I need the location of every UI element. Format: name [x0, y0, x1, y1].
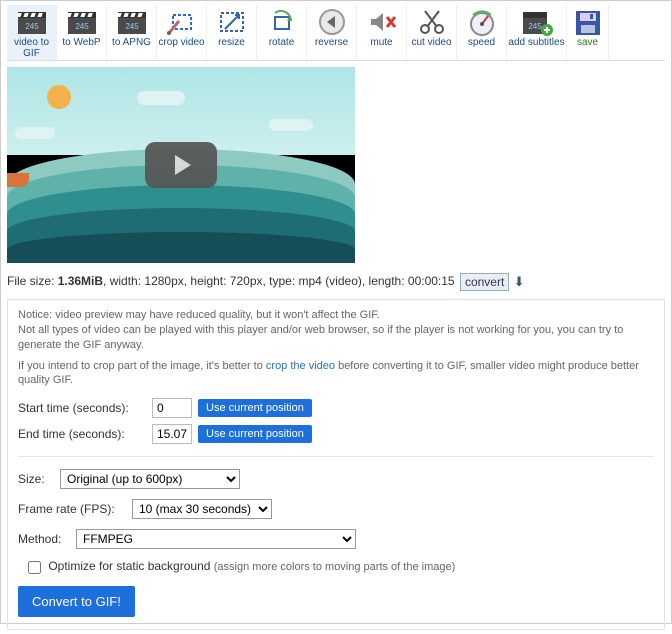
mute-icon — [365, 7, 399, 37]
tool-add-subtitles[interactable]: 245 add subtitles — [507, 5, 567, 60]
size-row: Size: Original (up to 600px) — [18, 469, 654, 489]
end-time-row: End time (seconds): Use current position — [18, 424, 654, 444]
method-row: Method: FFMPEG — [18, 529, 654, 549]
tool-resize[interactable]: resize — [207, 5, 257, 60]
preview-sun — [47, 85, 71, 109]
clapper-icon: 245 — [15, 7, 49, 37]
notice-quality: Notice: video preview may have reduced q… — [18, 308, 654, 353]
convert-to-gif-button[interactable]: Convert to GIF! — [18, 586, 135, 617]
crop-video-link[interactable]: crop the video — [266, 360, 335, 372]
tool-label: save — [567, 37, 608, 48]
notice-crop: If you intend to crop part of the image,… — [18, 359, 654, 389]
filesize-value: 1.36MiB — [58, 274, 103, 288]
tool-to-webp[interactable]: 245 to WebP — [57, 5, 107, 60]
end-time-label: End time (seconds): — [18, 427, 146, 441]
start-time-input[interactable] — [152, 398, 192, 418]
clapper-icon: 245 — [115, 7, 149, 37]
tool-video-to-gif[interactable]: 245 video to GIF — [7, 5, 57, 60]
tool-label: video to GIF — [7, 37, 56, 59]
preview-wave — [7, 232, 355, 263]
fps-select[interactable]: 10 (max 30 seconds) — [132, 499, 272, 519]
convert-button[interactable]: convert — [460, 273, 509, 291]
filesize-label: File size: — [7, 274, 58, 288]
preview-cloud — [269, 119, 313, 131]
preview-boat — [7, 173, 29, 187]
use-current-start-button[interactable]: Use current position — [198, 399, 312, 417]
optimize-label: Optimize for static background — [48, 559, 210, 573]
video-preview[interactable] — [7, 67, 355, 263]
size-select[interactable]: Original (up to 600px) — [60, 469, 240, 489]
play-button[interactable] — [145, 142, 217, 188]
tool-cut-video[interactable]: cut video — [407, 5, 457, 60]
tool-label: mute — [357, 37, 406, 48]
download-icon[interactable]: ⬇ — [514, 274, 525, 289]
settings-panel: Notice: video preview may have reduced q… — [7, 299, 665, 630]
optimize-row: Optimize for static background (assign m… — [18, 559, 654, 573]
preview-cloud — [137, 91, 185, 105]
method-select[interactable]: FFMPEG — [76, 529, 356, 549]
tool-label: speed — [457, 37, 506, 48]
end-time-input[interactable] — [152, 424, 192, 444]
preview-cloud — [15, 127, 55, 139]
tool-rotate[interactable]: rotate — [257, 5, 307, 60]
toolbar: 245 video to GIF 245 to WebP 245 to APNG… — [7, 5, 665, 61]
notice-text: If you intend to crop part of the image,… — [18, 360, 266, 372]
tool-reverse[interactable]: reverse — [307, 5, 357, 60]
optimize-sublabel: (assign more colors to moving parts of t… — [214, 561, 456, 573]
size-label: Size: — [18, 472, 54, 486]
file-info: File size: 1.36MiB, width: 1280px, heigh… — [7, 273, 665, 291]
play-icon — [175, 155, 191, 175]
fps-label: Frame rate (FPS): — [18, 502, 126, 516]
svg-text:245: 245 — [25, 22, 39, 31]
save-icon — [571, 7, 605, 37]
svg-text:245: 245 — [528, 22, 542, 31]
method-label: Method: — [18, 532, 70, 546]
tool-label: to WebP — [57, 37, 106, 48]
clapper-plus-icon: 245 — [520, 7, 554, 37]
tool-label: cut video — [407, 37, 456, 48]
tool-save[interactable]: save — [567, 5, 609, 60]
tool-to-apng[interactable]: 245 to APNG — [107, 5, 157, 60]
resize-icon — [215, 7, 249, 37]
tool-speed[interactable]: speed — [457, 5, 507, 60]
tool-label: to APNG — [107, 37, 156, 48]
file-meta: , width: 1280px, height: 720px, type: mp… — [103, 274, 455, 288]
start-time-label: Start time (seconds): — [18, 401, 146, 415]
crop-icon — [165, 7, 199, 37]
tool-crop-video[interactable]: crop video — [157, 5, 207, 60]
start-time-row: Start time (seconds): Use current positi… — [18, 398, 654, 418]
tool-label: reverse — [307, 37, 356, 48]
tool-label: rotate — [257, 37, 306, 48]
reverse-icon — [315, 7, 349, 37]
use-current-end-button[interactable]: Use current position — [198, 425, 312, 443]
rotate-icon — [265, 7, 299, 37]
fps-row: Frame rate (FPS): 10 (max 30 seconds) — [18, 499, 654, 519]
tool-label: resize — [207, 37, 256, 48]
speed-icon — [465, 7, 499, 37]
optimize-checkbox[interactable] — [28, 561, 41, 574]
divider — [18, 456, 654, 457]
svg-text:245: 245 — [125, 22, 139, 31]
clapper-icon: 245 — [65, 7, 99, 37]
tool-label: add subtitles — [507, 37, 566, 48]
tool-label: crop video — [157, 37, 206, 48]
svg-text:245: 245 — [75, 22, 89, 31]
tool-mute[interactable]: mute — [357, 5, 407, 60]
scissors-icon — [415, 7, 449, 37]
